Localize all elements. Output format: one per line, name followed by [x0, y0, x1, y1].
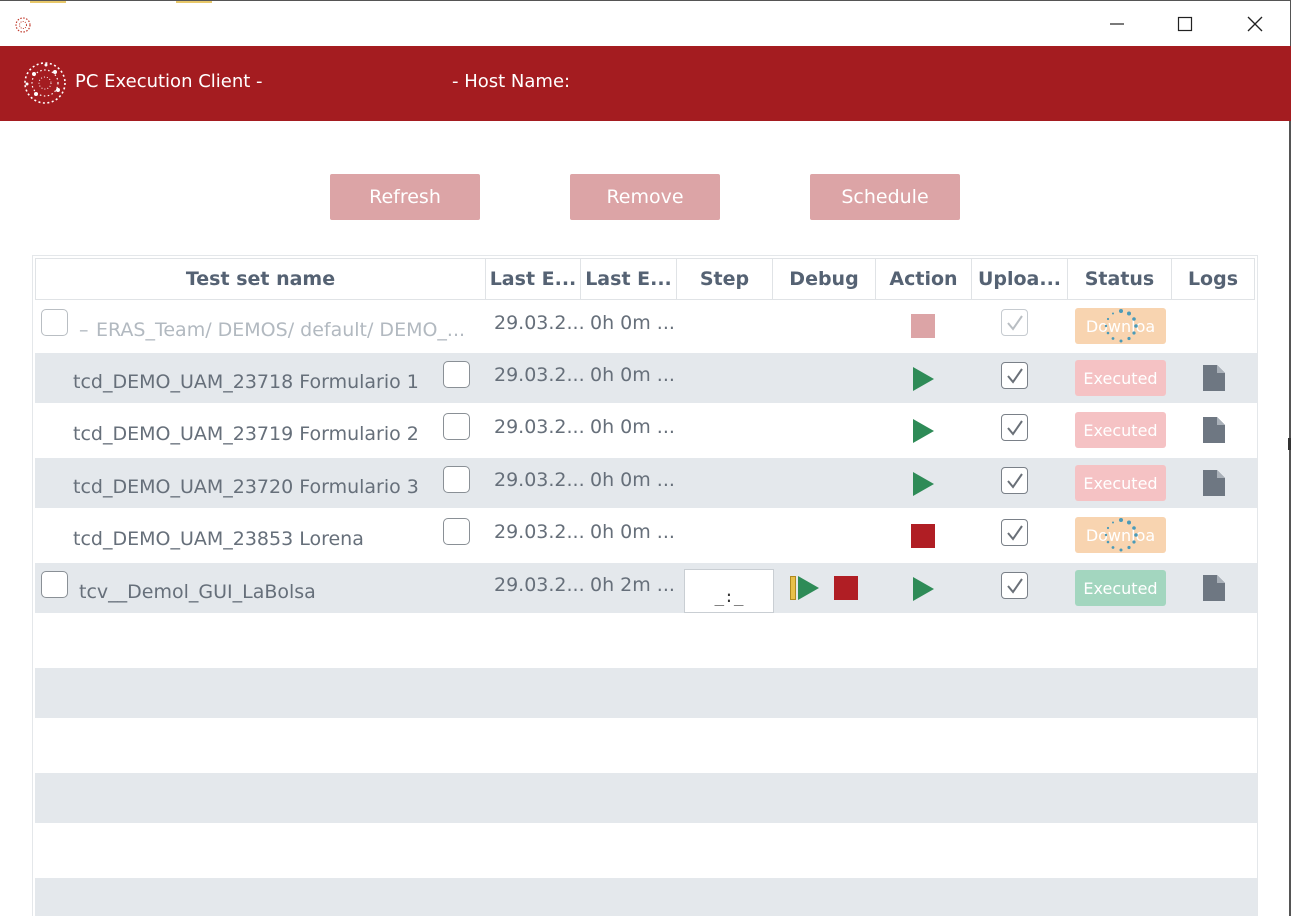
log-file-icon[interactable]	[1203, 365, 1225, 391]
status-badge: Downloa	[1075, 517, 1166, 553]
last-exec-duration: 0h 0m ...	[590, 364, 675, 386]
last-exec-duration: 0h 0m ...	[590, 469, 675, 491]
last-exec-date: 29.03.2...	[494, 416, 585, 438]
collapse-toggle[interactable]: –	[79, 319, 89, 341]
column-header-last-exec-duration[interactable]: Last E...	[580, 258, 677, 300]
upload-checkbox[interactable]	[1001, 362, 1028, 389]
last-exec-date: 29.03.2...	[494, 574, 585, 596]
column-header-debug[interactable]: Debug	[772, 258, 876, 300]
stop-icon[interactable]	[911, 524, 935, 548]
app-icon	[15, 17, 31, 33]
close-icon	[1247, 16, 1263, 32]
upload-checkbox[interactable]	[1001, 467, 1028, 494]
titlebar-accent	[30, 1, 66, 3]
spinner-icon	[1104, 518, 1138, 552]
refresh-button[interactable]: Refresh	[330, 174, 480, 220]
last-exec-date: 29.03.2...	[494, 312, 585, 334]
play-icon[interactable]	[913, 367, 934, 391]
host-name-label: - Host Name:	[452, 71, 571, 92]
log-file-icon[interactable]	[1203, 417, 1225, 443]
schedule-button[interactable]: Schedule	[810, 174, 960, 220]
upload-checkbox[interactable]	[1001, 414, 1028, 441]
row-checkbox[interactable]	[41, 571, 68, 598]
empty-row	[35, 668, 1257, 718]
test-case-name: tcd_DEMO_UAM_23720 Formulario 3	[73, 476, 419, 498]
minimize-icon	[1110, 23, 1124, 25]
empty-row	[35, 773, 1257, 823]
table-row[interactable]: tcv__Demol_GUI_LaBolsa 29.03.2... 0h 2m …	[35, 563, 1257, 613]
status-badge: Executed	[1075, 360, 1166, 396]
test-set-table: Test set name Last E... Last E... Step D…	[32, 255, 1258, 916]
upload-checkbox[interactable]	[1001, 309, 1028, 336]
checkmark-icon	[1006, 314, 1023, 331]
test-set-name: ERAS_Team/ DEMOS/ default/ DEMO_...	[96, 319, 466, 341]
titlebar-accent	[176, 1, 212, 3]
column-header-logs[interactable]: Logs	[1171, 258, 1255, 300]
upload-checkbox[interactable]	[1001, 572, 1028, 599]
column-header-action[interactable]: Action	[875, 258, 972, 300]
checkmark-icon	[1006, 577, 1023, 594]
table-row[interactable]: tcd_DEMO_UAM_23719 Formulario 2 29.03.2.…	[35, 405, 1257, 455]
maximize-button[interactable]	[1150, 1, 1220, 47]
remove-button[interactable]: Remove	[570, 174, 720, 220]
checkmark-icon	[1006, 524, 1023, 541]
last-exec-date: 29.03.2...	[494, 364, 585, 386]
maximize-icon	[1177, 16, 1193, 32]
status-badge: Executed	[1075, 570, 1166, 606]
app-title: PC Execution Client -	[75, 71, 263, 92]
last-exec-duration: 0h 2m ...	[590, 574, 675, 596]
column-header-test-set-name[interactable]: Test set name	[35, 258, 486, 300]
close-button[interactable]	[1220, 1, 1290, 47]
column-header-step[interactable]: Step	[676, 258, 773, 300]
table-row[interactable]: tcd_DEMO_UAM_23853 Lorena 29.03.2... 0h …	[35, 510, 1257, 560]
spinner-icon	[1104, 309, 1138, 343]
last-exec-date: 29.03.2...	[494, 469, 585, 491]
table-row[interactable]: tcd_DEMO_UAM_23718 Formulario 1 29.03.2.…	[35, 353, 1257, 403]
checkmark-icon	[1006, 419, 1023, 436]
row-checkbox[interactable]	[443, 518, 470, 545]
play-icon[interactable]	[913, 419, 934, 443]
last-exec-duration: 0h 0m ...	[590, 312, 675, 334]
empty-row	[35, 878, 1257, 916]
test-set-name: tcv__Demol_GUI_LaBolsa	[79, 581, 316, 603]
log-file-icon[interactable]	[1203, 575, 1225, 601]
app-logo	[24, 62, 66, 104]
last-exec-duration: 0h 0m ...	[590, 416, 675, 438]
stop-icon[interactable]	[911, 314, 935, 338]
row-checkbox[interactable]	[443, 413, 470, 440]
debug-step-icon[interactable]	[790, 576, 796, 600]
column-header-last-exec-date[interactable]: Last E...	[485, 258, 581, 300]
last-exec-date: 29.03.2...	[494, 521, 585, 543]
table-row[interactable]: – ERAS_Team/ DEMOS/ default/ DEMO_... 29…	[35, 302, 1257, 352]
empty-row	[35, 824, 1257, 874]
step-input[interactable]: _:_	[684, 569, 774, 613]
status-badge: Executed	[1075, 465, 1166, 501]
empty-row	[35, 718, 1257, 768]
status-badge: Executed	[1075, 412, 1166, 448]
upload-checkbox[interactable]	[1001, 519, 1028, 546]
row-checkbox[interactable]	[443, 361, 470, 388]
column-header-status[interactable]: Status	[1067, 258, 1172, 300]
table-row[interactable]: tcd_DEMO_UAM_23720 Formulario 3 29.03.2.…	[35, 458, 1257, 508]
play-icon[interactable]	[913, 577, 934, 601]
row-checkbox[interactable]	[443, 466, 470, 493]
play-icon[interactable]	[913, 472, 934, 496]
debug-stop-icon[interactable]	[834, 576, 858, 600]
app-header: PC Execution Client - - Host Name:	[0, 46, 1291, 121]
test-case-name: tcd_DEMO_UAM_23853 Lorena	[73, 528, 364, 550]
log-file-icon[interactable]	[1203, 470, 1225, 496]
checkmark-icon	[1006, 472, 1023, 489]
debug-play-icon[interactable]	[798, 576, 819, 600]
status-badge: Downloa	[1075, 308, 1166, 344]
row-checkbox[interactable]	[41, 309, 68, 336]
minimize-button[interactable]	[1082, 1, 1152, 47]
checkmark-icon	[1006, 367, 1023, 384]
column-header-upload[interactable]: Uploa...	[971, 258, 1068, 300]
empty-row	[35, 615, 1257, 665]
test-case-name: tcd_DEMO_UAM_23719 Formulario 2	[73, 423, 419, 445]
window-titlebar	[0, 0, 1291, 46]
last-exec-duration: 0h 0m ...	[590, 521, 675, 543]
test-case-name: tcd_DEMO_UAM_23718 Formulario 1	[73, 371, 419, 393]
